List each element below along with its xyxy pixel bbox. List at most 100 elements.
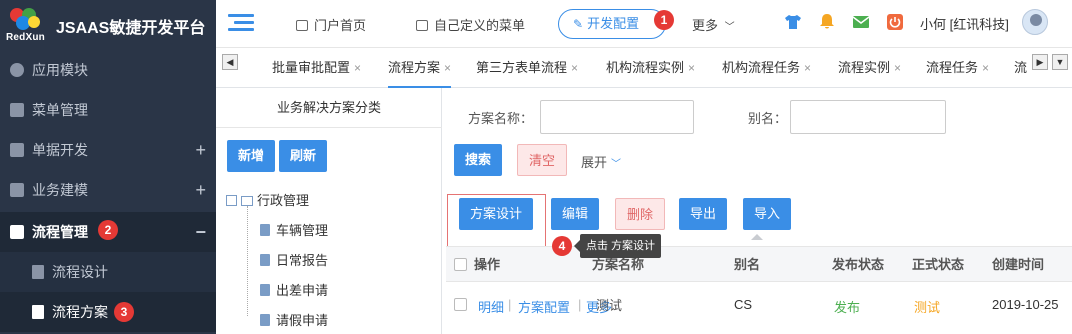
tab-label: 机构流程实例	[606, 60, 685, 75]
tab-flow-instance[interactable]: 流程实例 ×	[838, 48, 901, 88]
refresh-button[interactable]: 刷新	[279, 140, 328, 172]
expand-toggle[interactable]: 展开 ﹀	[581, 152, 621, 171]
more-label: 更多	[692, 18, 719, 33]
tree-node-root[interactable]: 行政管理	[226, 190, 309, 209]
tab-flow-solution[interactable]: 流程方案 ×	[388, 48, 452, 88]
sidebar-item-menu-management[interactable]: 菜单管理	[0, 90, 216, 130]
bell-icon[interactable]	[818, 13, 836, 31]
tree-leaf[interactable]: 请假申请	[260, 310, 328, 329]
alias-input[interactable]	[790, 100, 946, 134]
tab-third-party-form[interactable]: 第三方表单流程 ×	[476, 48, 578, 88]
collapse-up-icon[interactable]	[751, 234, 763, 240]
tab-label: 流程实例	[838, 60, 891, 75]
close-icon[interactable]: ×	[804, 61, 811, 75]
user-name[interactable]: 小何 [红讯科技]	[920, 14, 1009, 33]
tab-label: 流程任务	[926, 60, 979, 75]
tab-org-flow-instance[interactable]: 机构流程实例 ×	[606, 48, 695, 88]
tab-batch-approval[interactable]: 批量审批配置 ×	[272, 48, 361, 88]
mail-icon[interactable]	[852, 13, 870, 31]
col-publish-status[interactable]: 发布状态	[832, 247, 884, 283]
sidebar-item-label: 业务建模	[32, 182, 88, 198]
tree-node-label: 行政管理	[257, 193, 310, 208]
tree-leaf-label: 日常报告	[276, 253, 329, 268]
sidebar-item-label: 单据开发	[32, 142, 88, 158]
dev-config-button[interactable]: ✎ 开发配置	[558, 9, 666, 39]
config-link[interactable]: 方案配置	[518, 297, 570, 316]
sidebar-item-app-modules[interactable]: 应用模块	[0, 50, 216, 90]
category-tree-panel: 业务解决方案分类 新增 刷新 行政管理 车辆管理 日常报告 出差申请 请假申请	[216, 88, 442, 334]
sidebar-item-business-modeling[interactable]: 业务建模 +	[0, 170, 216, 210]
sidebar-subitem-flow-solution[interactable]: 流程方案	[0, 292, 216, 332]
expand-plus-icon[interactable]: +	[195, 170, 206, 210]
row-name: 测试	[596, 298, 623, 313]
row-alias: CS	[734, 297, 753, 312]
tab-overflow[interactable]: 流	[1014, 48, 1027, 88]
delete-button[interactable]: 删除	[615, 198, 666, 230]
nav-custom-menu[interactable]: 自己定义的菜单	[416, 15, 525, 34]
cube-icon	[32, 305, 44, 319]
step-badge-2: 2	[98, 220, 118, 240]
col-created[interactable]: 创建时间	[992, 247, 1044, 283]
top-bar: RedXun JSAAS敏捷开发平台 门户首页 自己定义的菜单 ✎ 开发配置 1 …	[0, 0, 1072, 48]
close-icon[interactable]: ×	[894, 61, 901, 75]
row-checkbox[interactable]	[454, 298, 467, 311]
name-label: 方案名称：	[468, 111, 534, 126]
expand-label: 展开	[581, 155, 608, 170]
add-category-button[interactable]: 新增	[227, 140, 276, 172]
tooltip: 点击 方案设计	[580, 234, 662, 258]
doc-icon	[260, 224, 270, 236]
tree-leaf-label: 车辆管理	[276, 223, 329, 238]
close-icon[interactable]: ×	[354, 61, 361, 75]
close-icon[interactable]: ×	[688, 61, 695, 75]
tshirt-icon[interactable]	[784, 13, 802, 31]
nav-portal-home[interactable]: 门户首页	[296, 15, 366, 34]
expand-plus-icon[interactable]: +	[195, 130, 206, 170]
logo-text: RedXun	[6, 32, 45, 43]
dev-config-label: 开发配置	[587, 16, 640, 31]
power-icon[interactable]	[886, 13, 904, 31]
close-icon[interactable]: ×	[982, 61, 989, 75]
sidebar-item-form-dev[interactable]: 单据开发 +	[0, 130, 216, 170]
tree-leaf-label: 出差申请	[276, 283, 329, 298]
separator: |	[508, 297, 512, 312]
monitor-icon	[296, 20, 308, 31]
tree-leaf[interactable]: 出差申请	[260, 280, 328, 299]
col-alias[interactable]: 别名	[734, 247, 760, 283]
module-icon	[10, 63, 24, 77]
tab-dropdown-icon[interactable]: ▼	[1052, 54, 1068, 70]
more-menu[interactable]: 更多 ﹀	[692, 15, 735, 34]
close-icon[interactable]: ×	[444, 61, 451, 75]
search-button[interactable]: 搜索	[454, 144, 503, 176]
tree-leaf[interactable]: 日常报告	[260, 250, 328, 269]
avatar[interactable]	[1022, 9, 1048, 35]
tab-flow-task[interactable]: 流程任务 ×	[926, 48, 989, 88]
folder-icon	[241, 196, 253, 206]
brand: RedXun JSAAS敏捷开发平台	[0, 0, 216, 48]
detail-link[interactable]: 明细	[478, 297, 504, 316]
grid-icon	[10, 103, 24, 117]
menu-toggle-icon[interactable]	[228, 12, 254, 34]
step-badge-4: 4	[552, 236, 572, 256]
select-all-checkbox[interactable]	[454, 258, 467, 271]
import-button[interactable]: 导入	[743, 198, 792, 230]
table-header: 操作 方案名称 别名 发布状态 正式状态 创建时间	[446, 246, 1072, 282]
solution-name-input[interactable]	[540, 100, 694, 134]
clear-button[interactable]: 清空	[517, 144, 568, 176]
edit-button[interactable]: 编辑	[551, 198, 600, 230]
app-title: JSAAS敏捷开发平台	[56, 20, 206, 37]
tab-scroll-right-icon[interactable]: ▶	[1032, 54, 1048, 70]
sidebar-subitem-label: 流程方案	[52, 304, 108, 320]
sidebar-subitem-flow-design[interactable]: 流程设计	[0, 252, 216, 292]
tree-leaf[interactable]: 车辆管理	[260, 220, 328, 239]
tab-label: 机构流程任务	[722, 60, 801, 75]
col-formal-status[interactable]: 正式状态	[912, 247, 964, 283]
close-icon[interactable]: ×	[571, 61, 578, 75]
collapse-minus-icon[interactable]: −	[195, 212, 206, 252]
tab-scroll-left-icon[interactable]: ◀	[222, 54, 238, 70]
collapse-box-icon[interactable]	[226, 195, 237, 206]
doc-icon	[260, 314, 270, 326]
tab-label: 批量审批配置	[272, 60, 351, 75]
chevron-down-icon: ﹀	[724, 22, 735, 33]
tab-org-flow-task[interactable]: 机构流程任务 ×	[722, 48, 811, 88]
export-button[interactable]: 导出	[679, 198, 728, 230]
